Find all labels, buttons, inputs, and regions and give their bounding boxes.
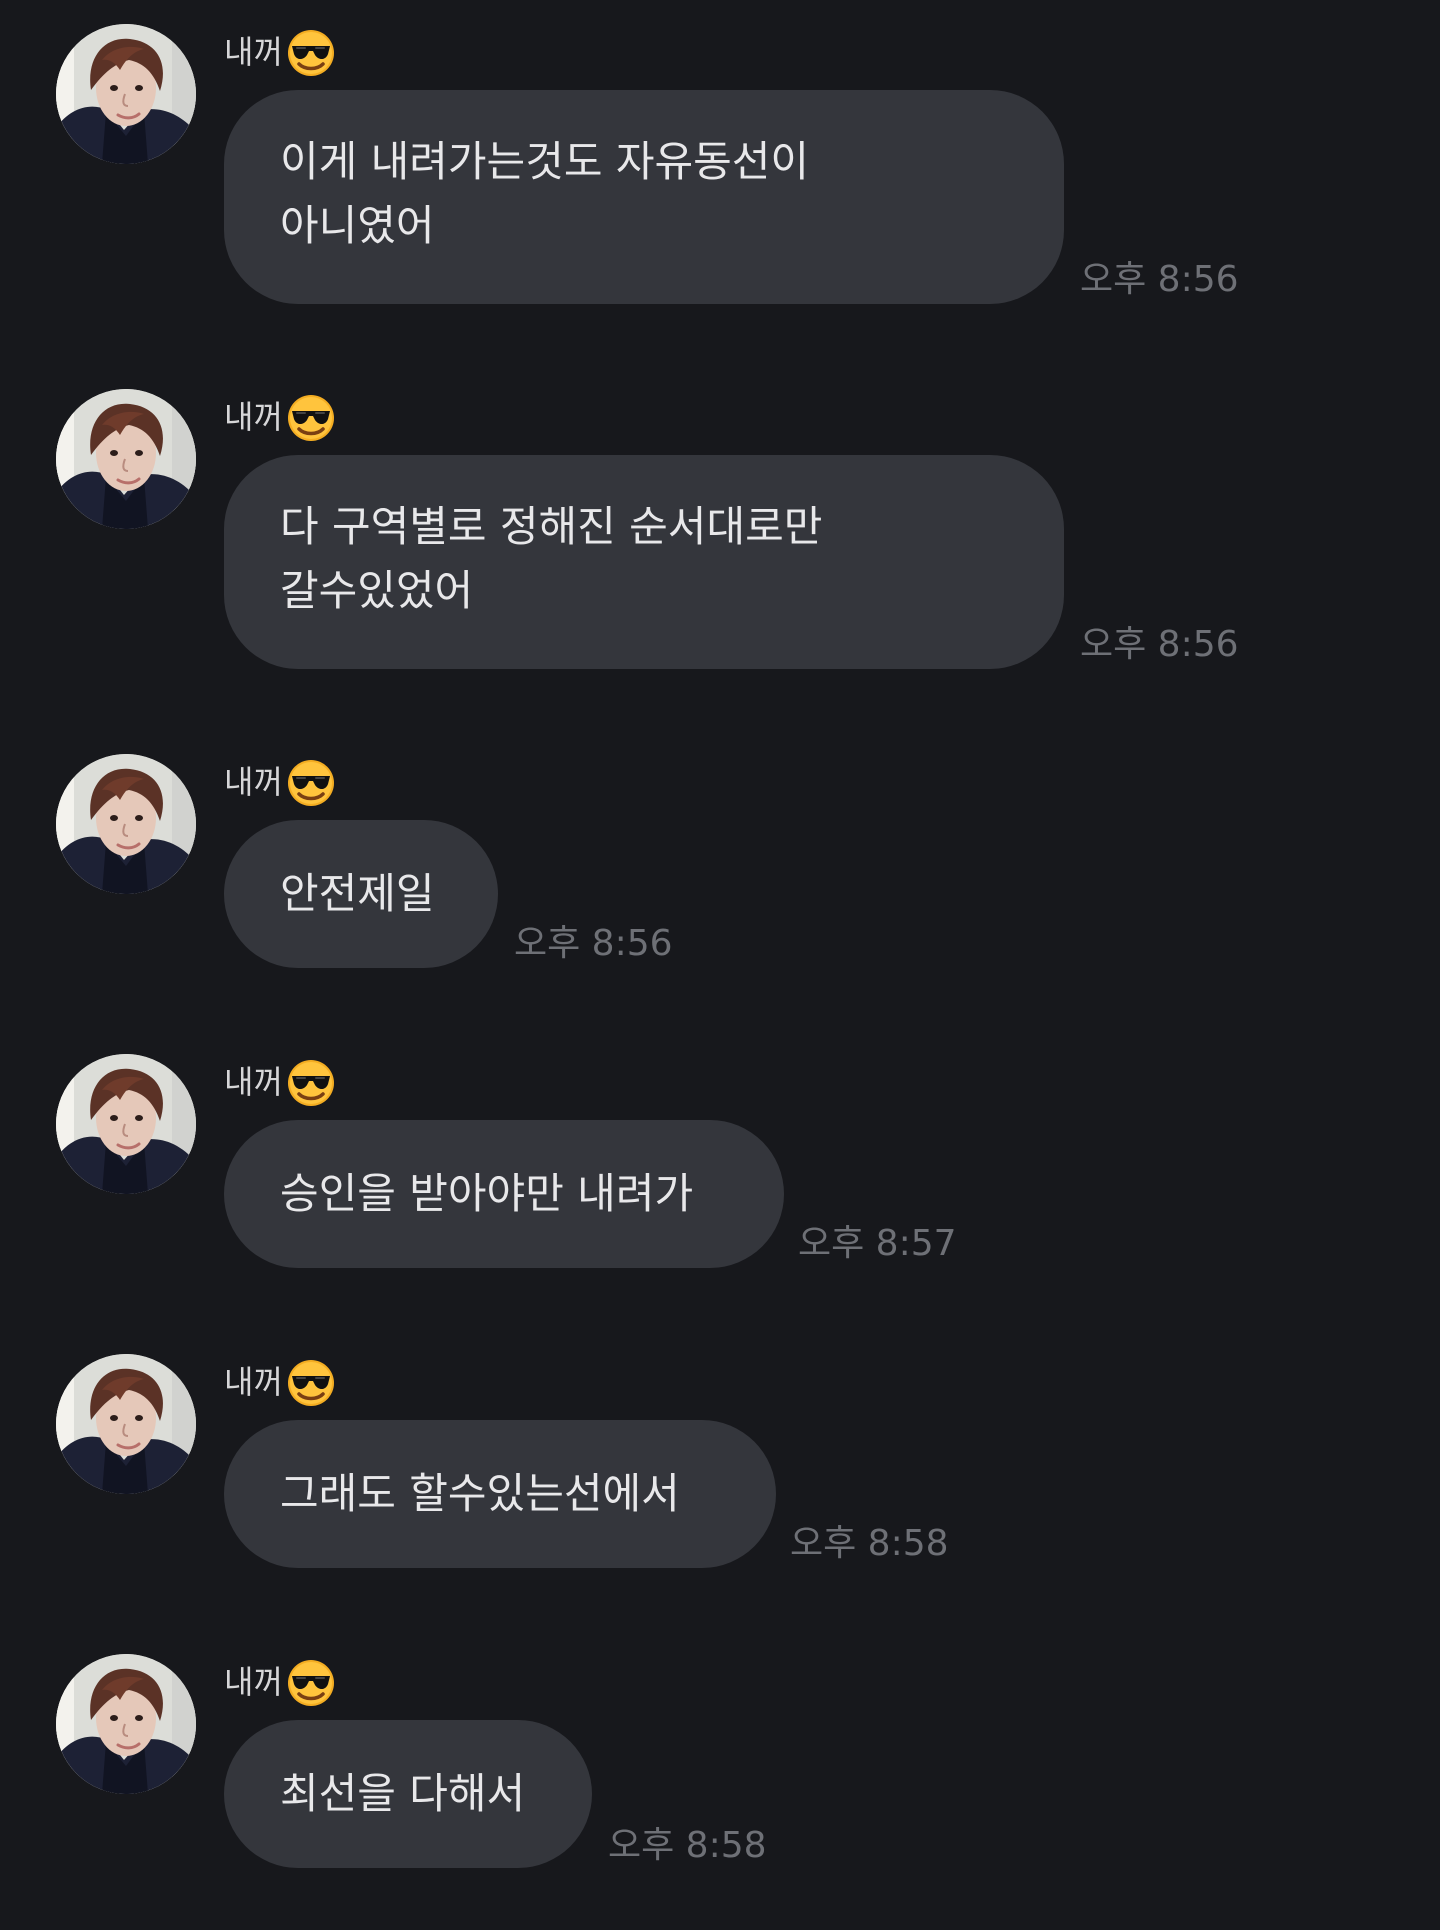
avatar[interactable]	[56, 1354, 196, 1494]
message-bubble[interactable]: 최선을 다해서	[224, 1720, 592, 1868]
chat-message: 내꺼 그래도 할수있는선에서 오후 8:58	[0, 1330, 1440, 1630]
chat-message-list: 내꺼 이게 내려가는것도 자유동선이 아니였어 오후 8:56 내꺼 다 구역별…	[0, 0, 1440, 1872]
sender-name: 내꺼	[224, 1663, 283, 1701]
sender-row: 내꺼	[224, 754, 337, 810]
message-time: 오후 8:56	[1080, 624, 1239, 665]
sunglasses-smiling-face-icon	[285, 1056, 337, 1108]
sender-row: 내꺼	[224, 389, 337, 445]
message-bubble[interactable]: 승인을 받아야만 내려가	[224, 1120, 784, 1268]
sender-row: 내꺼	[224, 1654, 337, 1710]
avatar[interactable]	[56, 754, 196, 894]
chat-message: 내꺼 이게 내려가는것도 자유동선이 아니였어 오후 8:56	[0, 0, 1440, 304]
sender-row: 내꺼	[224, 1354, 337, 1410]
sender-name: 내꺼	[224, 1063, 283, 1101]
message-bubble[interactable]: 그래도 할수있는선에서	[224, 1420, 776, 1568]
sender-name: 내꺼	[224, 1363, 283, 1401]
sunglasses-smiling-face-icon	[285, 391, 337, 443]
message-time: 오후 8:57	[798, 1223, 957, 1264]
message-time: 오후 8:56	[1080, 259, 1239, 300]
chat-message: 내꺼 다 구역별로 정해진 순서대로만 갈수있었어 오후 8:56	[0, 365, 1440, 669]
sender-row: 내꺼	[224, 1054, 337, 1110]
avatar[interactable]	[56, 389, 196, 529]
sunglasses-smiling-face-icon	[285, 1356, 337, 1408]
chat-message: 내꺼 안전제일 오후 8:56	[0, 730, 1440, 1030]
message-time: 오후 8:58	[608, 1825, 767, 1866]
sunglasses-smiling-face-icon	[285, 26, 337, 78]
avatar[interactable]	[56, 1054, 196, 1194]
sender-name: 내꺼	[224, 398, 283, 436]
chat-message: 내꺼 최선을 다해서 오후 8:58	[0, 1630, 1440, 1930]
message-time: 오후 8:56	[514, 923, 673, 964]
message-bubble[interactable]: 안전제일	[224, 820, 498, 968]
message-bubble[interactable]: 다 구역별로 정해진 순서대로만 갈수있었어	[224, 455, 1064, 669]
sunglasses-smiling-face-icon	[285, 756, 337, 808]
sender-name: 내꺼	[224, 763, 283, 801]
sender-name: 내꺼	[224, 33, 283, 71]
message-time: 오후 8:58	[790, 1523, 949, 1564]
avatar[interactable]	[56, 24, 196, 164]
sender-row: 내꺼	[224, 24, 337, 80]
message-bubble[interactable]: 이게 내려가는것도 자유동선이 아니였어	[224, 90, 1064, 304]
chat-message: 내꺼 승인을 받아야만 내려가 오후 8:57	[0, 1030, 1440, 1330]
avatar[interactable]	[56, 1654, 196, 1794]
sunglasses-smiling-face-icon	[285, 1656, 337, 1708]
